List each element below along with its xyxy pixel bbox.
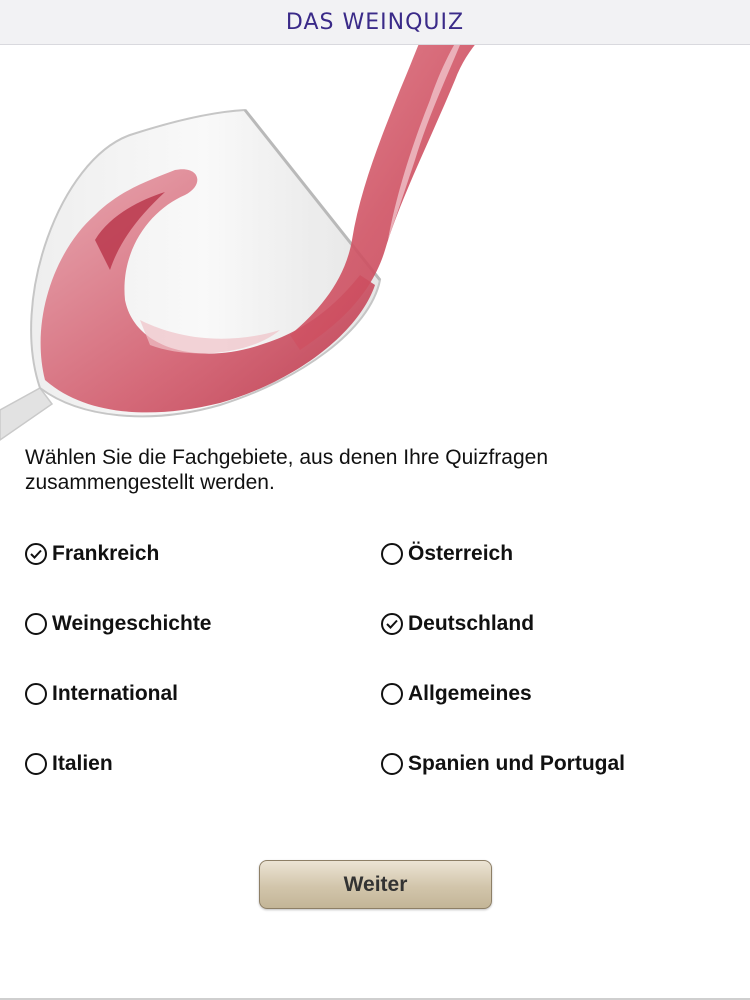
glass-stem <box>0 387 54 441</box>
topic-option-weingeschichte[interactable]: Weingeschichte <box>25 609 212 639</box>
topic-option-italien[interactable]: Italien <box>25 749 113 779</box>
topic-label: Spanien und Portugal <box>408 752 626 775</box>
empty-circle-icon[interactable] <box>25 683 47 705</box>
topic-label: Italien <box>52 752 113 775</box>
topic-option-international[interactable]: International <box>25 679 178 709</box>
checked-circle-icon[interactable] <box>25 543 47 565</box>
topic-option-frankreich[interactable]: Frankreich <box>25 539 159 569</box>
topic-label: Frankreich <box>52 542 160 565</box>
empty-circle-icon[interactable] <box>381 543 403 565</box>
empty-circle-icon[interactable] <box>381 683 403 705</box>
empty-circle-icon[interactable] <box>381 753 403 775</box>
instruction-text: Wählen Sie die Fachgebiete, aus denen Ih… <box>25 446 549 494</box>
topic-option-deutschland[interactable]: Deutschland <box>381 609 534 639</box>
checked-circle-icon[interactable] <box>381 613 403 635</box>
topic-label: International <box>52 682 179 705</box>
topic-option-allgemeines[interactable]: Allgemeines <box>381 679 532 709</box>
empty-circle-icon[interactable] <box>25 753 47 775</box>
topic-label: Weingeschichte <box>52 612 212 635</box>
wine-glass-illustration <box>0 0 520 441</box>
next-button[interactable]: Weiter <box>259 860 492 909</box>
topic-option-spanien-portugal[interactable]: Spanien und Portugal <box>381 749 625 779</box>
topic-label: Österreich <box>408 542 514 565</box>
empty-circle-icon[interactable] <box>25 613 47 635</box>
topic-label: Allgemeines <box>408 682 532 705</box>
hero-wine-image <box>0 0 750 470</box>
navigation-bar: DAS WEINQUIZ <box>0 0 750 45</box>
topic-option-oesterreich[interactable]: Österreich <box>381 539 513 569</box>
page-title: DAS WEINQUIZ <box>285 9 465 35</box>
topic-label: Deutschland <box>408 612 535 635</box>
